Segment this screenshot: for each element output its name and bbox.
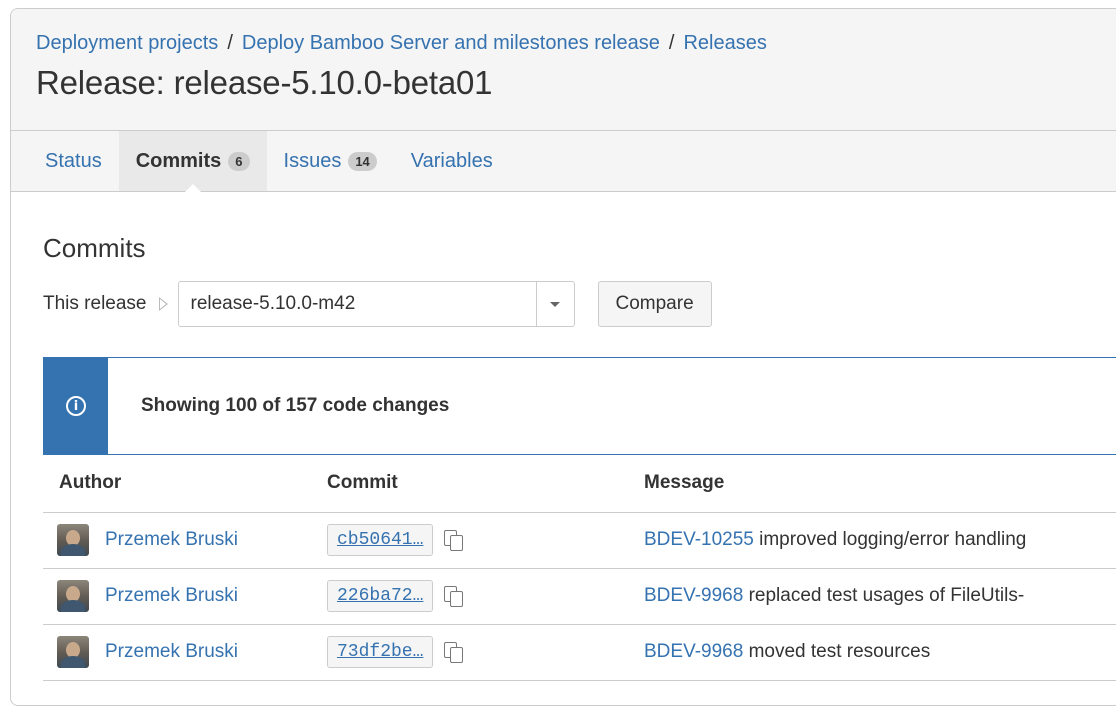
author-link[interactable]: Przemek Bruski (105, 529, 238, 551)
tab-variables[interactable]: Variables (394, 131, 510, 191)
author-link[interactable]: Przemek Bruski (105, 585, 238, 607)
copy-icon[interactable] (442, 528, 466, 552)
column-header-commit: Commit (327, 455, 644, 513)
commit-message-text: improved logging/error handling (753, 529, 1027, 550)
release-page: Deployment projects / Deploy Bamboo Server… (10, 8, 1116, 706)
table-row: Przemek Bruski 73df2be… BDEV-9968 moved … (43, 624, 1116, 681)
author-link[interactable]: Przemek Bruski (105, 641, 238, 663)
table-header-row: Author Commit Message (43, 455, 1116, 513)
chevron-down-icon (550, 301, 560, 307)
compare-release-select[interactable]: release-5.10.0-m42 (177, 281, 575, 327)
info-message: i Showing 100 of 157 code changes (43, 357, 1116, 455)
message-cell: BDEV-10255 improved logging/error handli… (644, 512, 1116, 569)
commits-table: Author Commit Message Przemek Bruski cb5… (43, 455, 1116, 681)
breadcrumb: Deployment projects / Deploy Bamboo Server… (36, 29, 1116, 57)
commit-cell: 73df2be… (327, 636, 644, 668)
copy-icon[interactable] (442, 640, 466, 664)
message-cell: BDEV-9968 moved test resources (644, 624, 1116, 681)
issue-link[interactable]: BDEV-9968 (644, 585, 743, 606)
breadcrumb-deployment-project[interactable]: Deploy Bamboo Server and milestones rele… (242, 32, 660, 54)
breadcrumb-separator: / (227, 32, 233, 54)
tab-status[interactable]: Status (28, 131, 119, 191)
avatar (57, 524, 89, 556)
tab-commits-label: Commits (135, 149, 222, 172)
column-header-author: Author (43, 455, 327, 513)
copy-icon[interactable] (442, 584, 466, 608)
compare-row: This release release-5.10.0-m42 Compare (43, 281, 1116, 327)
issues-count-badge: 14 (348, 151, 377, 171)
breadcrumb-separator: / (668, 32, 675, 54)
arrow-right-icon (158, 297, 168, 311)
this-release-label: This release (43, 293, 147, 314)
tab-issues-label: Issues (283, 149, 342, 172)
author-cell: Przemek Bruski (43, 636, 327, 668)
author-cell: Przemek Bruski (43, 580, 327, 612)
compare-button[interactable]: Compare (597, 281, 712, 327)
avatar (57, 580, 89, 612)
info-icon: i (66, 396, 86, 416)
info-message-text: Showing 100 of 157 code changes (141, 395, 450, 416)
section-title: Commits (43, 233, 146, 263)
commits-panel: Commits This release release-5.10.0-m42 … (11, 232, 1116, 681)
author-cell: Przemek Bruski (43, 524, 327, 556)
tab-variables-label: Variables (410, 149, 493, 172)
tab-commits[interactable]: Commits 6 (118, 131, 267, 191)
table-row: Przemek Bruski cb50641… BDEV-10255 impro… (43, 512, 1116, 569)
commit-hash-link[interactable]: cb50641… (327, 524, 434, 556)
issue-link[interactable]: BDEV-10255 (644, 529, 754, 550)
column-header-message: Message (644, 455, 1116, 513)
select-dropdown-toggle[interactable] (535, 282, 574, 326)
commit-cell: 226ba72… (327, 580, 644, 612)
tab-status-label: Status (45, 149, 102, 172)
commit-hash-link[interactable]: 73df2be… (327, 636, 434, 668)
breadcrumb-deployment-projects[interactable]: Deployment projects (36, 32, 218, 54)
avatar (57, 636, 89, 668)
page-header: Deployment projects / Deploy Bamboo Server… (11, 9, 1116, 131)
commit-hash-link[interactable]: 226ba72… (327, 580, 434, 612)
commits-count-badge: 6 (228, 151, 250, 171)
table-row: Przemek Bruski 226ba72… BDEV-9968 replac… (43, 568, 1116, 625)
info-message-sidebar: i (44, 358, 108, 454)
issue-link[interactable]: BDEV-9968 (644, 641, 743, 662)
commit-cell: cb50641… (327, 524, 644, 556)
commit-message-text: replaced test usages of FileUtils- (743, 585, 1025, 606)
tab-issues[interactable]: Issues 14 (267, 131, 394, 191)
commit-message-text: moved test resources (743, 641, 931, 662)
page-title: Release: release-5.10.0-beta01 (36, 64, 493, 101)
selected-release-value: release-5.10.0-m42 (190, 293, 356, 314)
breadcrumb-releases[interactable]: Releases (683, 32, 766, 54)
tab-bar: Status Commits 6 Issues 14 Variables (11, 131, 1116, 192)
message-cell: BDEV-9968 replaced test usages of FileUt… (644, 568, 1116, 625)
